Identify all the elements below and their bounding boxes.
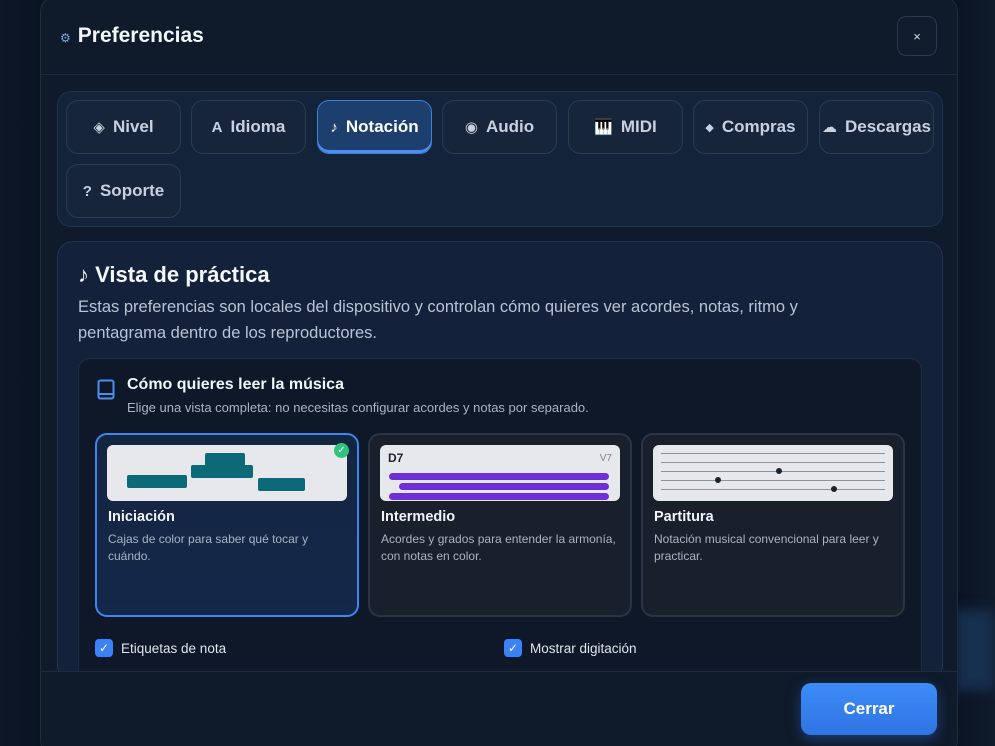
tab-bar: ◈ Nivel A Idioma ♪ Notación ◉ Audio 🎹 MIDI ◆ C… xyxy=(57,91,943,227)
tab-midi[interactable]: 🎹 MIDI xyxy=(568,100,683,154)
tab-compras[interactable]: ◆ Compras xyxy=(693,100,808,154)
checkbox-label: Mostrar digitación xyxy=(530,640,637,656)
checkbox-label: Etiquetas de nota xyxy=(121,640,227,656)
music-note-icon: ♪ xyxy=(330,118,338,136)
chords-preview: D7 V7 xyxy=(380,445,620,501)
tab-label: Soporte xyxy=(99,181,165,200)
tab-idioma[interactable]: A Idioma xyxy=(191,100,306,154)
cloud-icon: ☁ xyxy=(821,119,837,136)
section-description: Estas preferencias son locales del dispo… xyxy=(78,298,798,342)
option-card-partitura[interactable]: Partitura Notación musical convencional … xyxy=(641,433,905,617)
section-title-text: Vista de práctica xyxy=(95,262,270,287)
reading-title: Cómo quieres leer la música xyxy=(127,376,344,393)
option-name: Partitura xyxy=(654,509,714,525)
option-description: Cajas de color para saber qué tocar y cu… xyxy=(108,532,309,563)
note-bar xyxy=(389,493,609,500)
diamond-icon: ◆ xyxy=(705,121,714,134)
blocks-preview xyxy=(107,445,347,501)
checkbox-note-labels[interactable]: ✓ Etiquetas de nota xyxy=(95,639,226,657)
language-icon: A xyxy=(211,118,223,136)
section-title: ♪ Vista de práctica xyxy=(78,262,270,288)
note-bar xyxy=(399,483,609,490)
tab-label: Nivel xyxy=(112,117,154,136)
staff-line xyxy=(661,471,885,472)
note-dot xyxy=(831,486,837,492)
tab-nivel[interactable]: ◈ Nivel xyxy=(66,100,181,154)
gear-icon: ⚙ xyxy=(60,30,71,45)
preferences-dialog: ⚙ Preferencias × ◈ Nivel A Idioma ♪ Notació… xyxy=(40,0,958,746)
tab-descargas[interactable]: ☁ Descargas xyxy=(819,100,934,154)
staff-line xyxy=(661,453,885,454)
backdrop-glow xyxy=(955,610,995,690)
preview-block xyxy=(205,453,245,466)
degree-label: V7 xyxy=(599,453,612,464)
option-description: Acordes y grados para entender la armoní… xyxy=(381,532,616,563)
option-card-iniciacion[interactable]: ✓ Iniciación Cajas de color para saber q… xyxy=(95,433,359,617)
tab-label: Audio xyxy=(485,117,535,136)
audio-icon: ◉ xyxy=(464,119,478,136)
note-bar xyxy=(389,473,609,480)
dialog-header: ⚙ Preferencias × xyxy=(41,0,957,75)
tab-audio[interactable]: ◉ Audio xyxy=(442,100,557,154)
preview-block xyxy=(127,475,187,488)
book-icon xyxy=(97,379,115,400)
staff-preview xyxy=(653,445,893,501)
note-dot xyxy=(776,468,782,474)
tab-notacion[interactable]: ♪ Notación xyxy=(317,100,432,154)
preview-block xyxy=(258,478,305,491)
preview-block xyxy=(191,465,253,478)
note-dot xyxy=(715,477,721,483)
practice-view-section: ♪ Vista de práctica Estas preferencias s… xyxy=(57,241,943,681)
dialog-footer: Cerrar xyxy=(41,671,957,746)
staff-line xyxy=(661,489,885,490)
option-description: Notación musical convencional para leer … xyxy=(654,532,879,563)
reading-subtitle: Elige una vista completa: no necesitas c… xyxy=(127,400,589,415)
tab-soporte[interactable]: ? Soporte xyxy=(66,164,181,218)
chord-label: D7 xyxy=(388,451,404,465)
tab-label: Compras xyxy=(721,117,796,136)
music-note-icon: ♪ xyxy=(78,262,89,287)
checkbox-show-fingering[interactable]: ✓ Mostrar digitación xyxy=(504,639,637,657)
piano-icon: 🎹 xyxy=(594,119,613,136)
close-button[interactable]: Cerrar xyxy=(801,683,937,735)
dialog-title: Preferencias xyxy=(77,23,204,47)
option-name: Intermedio xyxy=(381,509,456,525)
staff-line xyxy=(661,480,885,481)
checkbox-checked-icon[interactable]: ✓ xyxy=(504,639,522,657)
tab-label: Notación xyxy=(345,117,419,136)
tab-label: MIDI xyxy=(620,117,657,136)
staff-line xyxy=(661,462,885,463)
option-name: Iniciación xyxy=(108,509,175,525)
option-card-intermedio[interactable]: D7 V7 Intermedio Acordes y grados para e… xyxy=(368,433,632,617)
tab-label: Idioma xyxy=(230,117,286,136)
selected-check-icon: ✓ xyxy=(334,443,349,458)
close-icon-button[interactable]: × xyxy=(897,16,937,56)
reading-mode-panel: Cómo quieres leer la música Elige una vi… xyxy=(78,358,922,680)
tab-label: Descargas xyxy=(844,117,931,136)
level-icon: ◈ xyxy=(93,119,105,136)
help-icon: ? xyxy=(82,182,92,200)
checkbox-checked-icon[interactable]: ✓ xyxy=(95,639,113,657)
